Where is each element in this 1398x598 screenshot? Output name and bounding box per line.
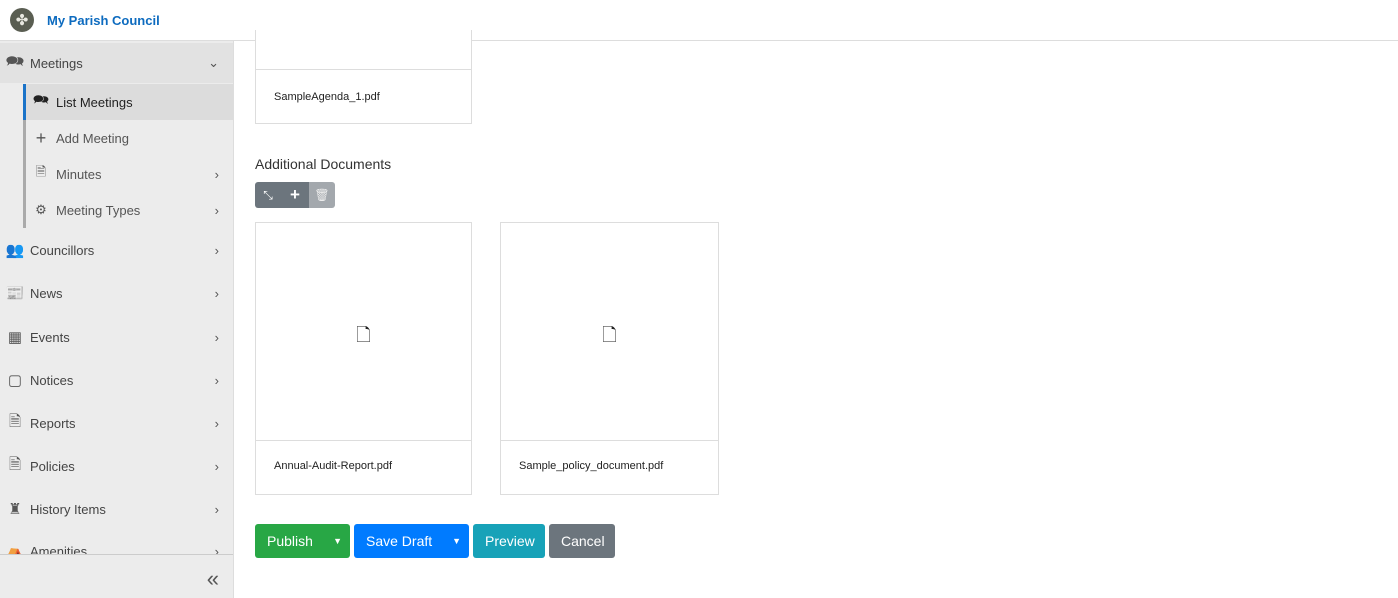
- label: News: [30, 285, 63, 301]
- add-document-button[interactable]: +: [281, 182, 309, 208]
- label: Publish: [267, 533, 313, 549]
- sidebar-scroll-clip: ⛺ Amenities ›: [0, 531, 233, 555]
- file-alt-icon: 🗎: [8, 412, 22, 430]
- sidebar-item-councillors[interactable]: 👥 Councillors ›: [0, 230, 233, 270]
- label: Councillors: [30, 242, 95, 258]
- comments-icon: 🗪: [32, 92, 50, 107]
- sidebar-item-minutes[interactable]: 🗎 Minutes ›: [23, 156, 233, 192]
- plus-icon: +: [35, 127, 47, 148]
- clover-logo-icon[interactable]: ✤: [10, 8, 34, 32]
- sidebar-item-news[interactable]: 📰 News ›: [0, 273, 233, 313]
- file-footer: Sample_policy_document.pdf: [501, 440, 718, 494]
- chevron-right-icon: ›: [214, 166, 219, 182]
- file-name: Sample_policy_document.pdf: [519, 460, 664, 472]
- label: Reports: [30, 415, 76, 431]
- chevron-right-icon: ›: [214, 458, 219, 474]
- calendar-icon: ▦: [7, 329, 23, 346]
- label: Meeting Types: [56, 202, 141, 218]
- users-icon: 👥: [5, 242, 25, 259]
- label: Meetings: [30, 55, 83, 71]
- file-footer: SampleAgenda_1.pdf: [256, 69, 471, 123]
- top-bar: ✤ My Parish Council: [0, 0, 1398, 41]
- chevron-right-icon: ›: [214, 285, 219, 301]
- document-card[interactable]: 🗋 Sample_policy_document.pdf: [500, 222, 719, 495]
- label: History Items: [30, 501, 106, 517]
- documents-toolbar: ⤡ + 🗑: [255, 182, 335, 208]
- collapse-sidebar-button[interactable]: «: [207, 566, 219, 592]
- sidebar-item-meetings[interactable]: 🗪 Meetings ⌄: [0, 43, 233, 83]
- file-name: SampleAgenda_1.pdf: [274, 91, 380, 103]
- label: Add Meeting: [56, 130, 129, 146]
- caret-down-icon[interactable]: ▼: [333, 536, 342, 546]
- sidebar: 🗪 Meetings ⌄ 🗪 List Meetings + Add Meeting 🗎…: [0, 41, 234, 598]
- chevron-right-icon: ›: [214, 372, 219, 388]
- sidebar-item-history-items[interactable]: ♜ History Items ›: [0, 489, 233, 529]
- chevron-right-icon: ›: [214, 501, 219, 517]
- gear-icon: ⚙: [35, 202, 47, 217]
- sidebar-item-notices[interactable]: ▢ Notices ›: [0, 360, 233, 400]
- file-footer: Annual-Audit-Report.pdf: [256, 440, 471, 494]
- sticky-note-icon: ▢: [7, 372, 23, 389]
- compress-icon[interactable]: ⤡: [255, 182, 281, 208]
- file-alt-icon: 🗎: [8, 455, 22, 473]
- file-icon: 🗋: [356, 325, 371, 345]
- basket-icon: ⛺: [5, 543, 25, 555]
- label: Save Draft: [366, 533, 433, 549]
- sidebar-item-reports[interactable]: 🗎 Reports ›: [0, 403, 233, 443]
- chevron-right-icon: ›: [214, 415, 219, 431]
- label: Amenities: [30, 543, 88, 555]
- preview-button[interactable]: Preview: [473, 524, 545, 558]
- label: Notices: [30, 372, 74, 388]
- save-draft-button[interactable]: Save Draft ▼: [354, 524, 469, 558]
- label: Events: [30, 329, 70, 345]
- document-card[interactable]: 🗋 Annual-Audit-Report.pdf: [255, 222, 472, 495]
- sidebar-item-meeting-types[interactable]: ⚙ Meeting Types ›: [23, 192, 233, 228]
- chevron-right-icon: ›: [214, 202, 219, 218]
- sidebar-item-amenities[interactable]: ⛺ Amenities ›: [0, 531, 233, 555]
- sidebar-item-events[interactable]: ▦ Events ›: [0, 317, 233, 357]
- file-name: Annual-Audit-Report.pdf: [274, 460, 393, 472]
- sidebar-item-add-meeting[interactable]: + Add Meeting: [23, 120, 233, 156]
- sidebar-item-list-meetings[interactable]: 🗪 List Meetings: [23, 84, 233, 120]
- sidebar-item-policies[interactable]: 🗎 Policies ›: [0, 446, 233, 486]
- label: List Meetings: [56, 94, 133, 110]
- comments-icon: 🗪: [5, 52, 25, 70]
- newspaper-icon: 📰: [5, 285, 25, 302]
- site-title[interactable]: My Parish Council: [47, 13, 160, 28]
- label: Policies: [30, 458, 75, 474]
- chevron-right-icon: ›: [214, 329, 219, 345]
- file-icon: 🗋: [602, 325, 617, 345]
- additional-documents-title: Additional Documents: [255, 156, 392, 172]
- file-icon: 🗎: [35, 164, 47, 179]
- trash-icon[interactable]: 🗑: [309, 182, 335, 208]
- chevron-down-icon: ⌄: [208, 55, 219, 70]
- agenda-file-card[interactable]: SampleAgenda_1.pdf: [255, 30, 472, 124]
- cancel-button[interactable]: Cancel: [549, 524, 615, 558]
- chevron-right-icon: ›: [214, 543, 219, 555]
- caret-down-icon[interactable]: ▼: [452, 536, 461, 546]
- monument-icon: ♜: [8, 501, 22, 518]
- chevron-right-icon: ›: [214, 242, 219, 258]
- label: Minutes: [56, 166, 102, 182]
- publish-button[interactable]: Publish ▼: [255, 524, 350, 558]
